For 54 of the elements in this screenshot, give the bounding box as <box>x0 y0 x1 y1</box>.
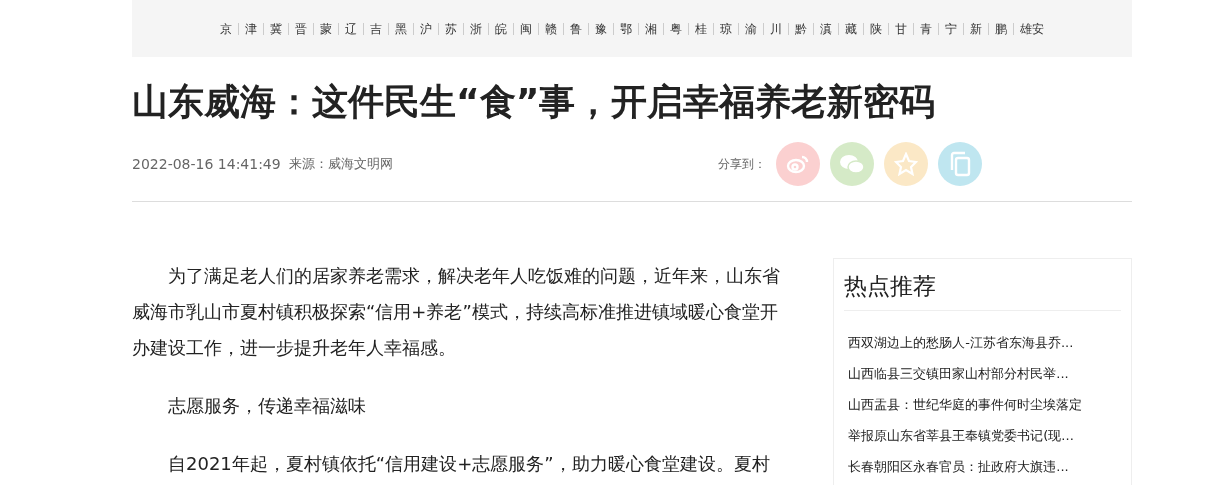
region-link[interactable]: 苏 <box>438 22 463 35</box>
region-link[interactable]: 藏 <box>838 22 863 35</box>
chat-icon <box>839 153 865 175</box>
region-link[interactable]: 蒙 <box>313 22 338 35</box>
region-link[interactable]: 桂 <box>688 22 713 35</box>
region-link[interactable]: 闽 <box>513 22 538 35</box>
copy-icon <box>949 151 971 177</box>
region-link[interactable]: 豫 <box>588 22 613 35</box>
region-link[interactable]: 鹏 <box>988 22 1013 35</box>
share-button[interactable] <box>884 142 928 186</box>
paragraph: 自2021年起，夏村镇依托“信用建设+志愿服务”，助力暖心食堂建设。夏村 <box>167 452 771 476</box>
news-link[interactable]: 举报原山东省莘县王奉镇党委书记(现... <box>844 420 1121 451</box>
region-link[interactable]: 青 <box>913 22 938 35</box>
region-link[interactable]: 陕 <box>863 22 888 35</box>
panel-title: 热点推荐 <box>844 272 938 301</box>
share-button[interactable] <box>776 142 820 186</box>
article-title: 山东威海：这件民生“食”事，开启幸福养老新密码 <box>132 80 937 124</box>
region-link[interactable]: 浙 <box>463 22 488 35</box>
news-link[interactable]: 山西临县三交镇田家山村部分村民举... <box>844 358 1121 389</box>
region-link[interactable]: 滇 <box>813 22 838 35</box>
region-link[interactable]: 琼 <box>713 22 738 35</box>
region-link[interactable]: 黑 <box>388 22 413 35</box>
news-link[interactable]: 西双湖边上的愁肠人-江苏省东海县乔... <box>844 327 1121 358</box>
region-link[interactable]: 鲁 <box>563 22 588 35</box>
region-link[interactable]: 吉 <box>363 22 388 35</box>
region-link[interactable]: 冀 <box>263 22 288 35</box>
region-link[interactable]: 沪 <box>413 22 438 35</box>
region-link[interactable]: 川 <box>763 22 788 35</box>
news-link[interactable]: 长春朝阳区永春官员：扯政府大旗违... <box>844 451 1121 482</box>
region-link[interactable]: 津 <box>238 22 263 35</box>
share-button[interactable] <box>938 142 982 186</box>
region-link[interactable]: 新 <box>963 22 988 35</box>
region-link[interactable]: 雄安 <box>1013 22 1050 35</box>
region-link[interactable]: 粤 <box>663 22 688 35</box>
region-link[interactable]: 皖 <box>488 22 513 35</box>
paragraph: 志愿服务，传递幸福滋味 <box>167 394 367 418</box>
weibo-icon <box>786 154 810 174</box>
region-link[interactable]: 赣 <box>538 22 563 35</box>
region-link[interactable]: 晋 <box>288 22 313 35</box>
region-link[interactable]: 湘 <box>638 22 663 35</box>
star-icon <box>894 152 918 176</box>
region-link[interactable]: 辽 <box>338 22 363 35</box>
paragraph: 为了满足老人们的居家养老需求，解决老年人吃饭难的问题，近年来，山东省威海市乳山市夏村镇积极探索“信用+养老”模式，持续高标准推进镇域暖心食堂开办建设工作，进一步提升老年人幸福感。 <box>132 264 781 360</box>
publish-time: 2022-08-16 14:41:49 <box>132 154 281 174</box>
region-link[interactable]: 黔 <box>788 22 813 35</box>
news-link[interactable]: 山西盂县：世纪华庭的事件何时尘埃落定 <box>844 389 1121 420</box>
share-button[interactable] <box>830 142 874 186</box>
region-link[interactable]: 宁 <box>938 22 963 35</box>
region-link[interactable]: 渝 <box>738 22 763 35</box>
source-text: 来源：威海文明网 <box>288 155 393 174</box>
region-link[interactable]: 甘 <box>888 22 913 35</box>
region-link[interactable]: 京 <box>214 22 238 35</box>
share-label: 分享到： <box>718 156 766 173</box>
region-link[interactable]: 鄂 <box>613 22 638 35</box>
